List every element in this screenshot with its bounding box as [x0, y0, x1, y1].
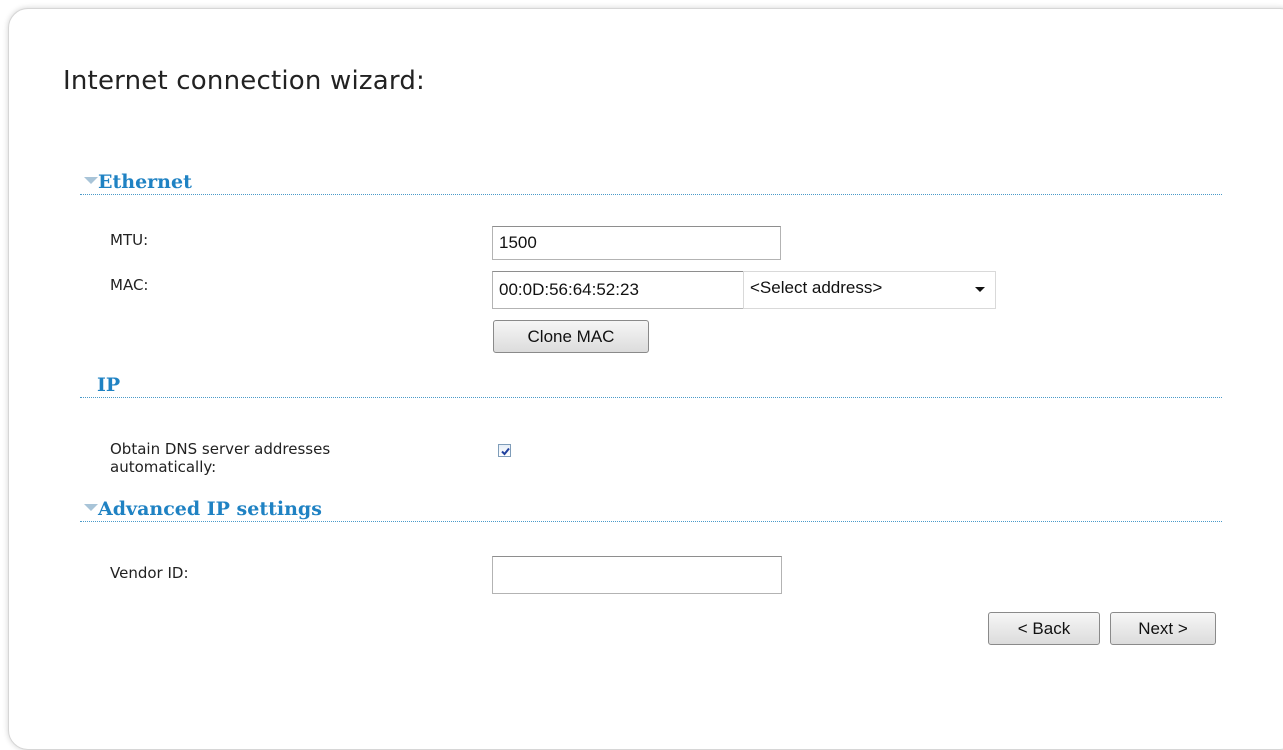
- mtu-input[interactable]: [492, 226, 781, 260]
- dns-auto-checkbox[interactable]: [498, 444, 511, 457]
- back-button[interactable]: < Back: [988, 612, 1100, 645]
- vendor-id-label: Vendor ID:: [110, 564, 189, 582]
- mac-label: MAC:: [110, 276, 149, 294]
- next-button[interactable]: Next >: [1110, 612, 1216, 645]
- section-ethernet[interactable]: Ethernet: [80, 170, 1222, 195]
- chevron-down-icon: [975, 287, 985, 292]
- section-advanced-ip[interactable]: Advanced IP settings: [80, 497, 1222, 522]
- dns-auto-label: Obtain DNS server addresses automaticall…: [110, 440, 331, 476]
- page-title: Internet connection wizard:: [63, 66, 425, 96]
- collapse-triangle-icon: [84, 176, 98, 184]
- checkmark-icon: [501, 447, 510, 456]
- vendor-id-input[interactable]: [492, 556, 782, 594]
- mac-input[interactable]: [492, 271, 744, 309]
- section-advanced-ip-label: Advanced IP settings: [98, 498, 322, 520]
- mac-address-select-value: <Select address>: [750, 278, 883, 297]
- mac-address-select[interactable]: <Select address>: [743, 271, 996, 309]
- section-ip: IP: [80, 373, 1222, 398]
- section-ip-label: IP: [97, 374, 121, 396]
- section-ethernet-label: Ethernet: [98, 171, 192, 193]
- clone-mac-button[interactable]: Clone MAC: [493, 320, 649, 353]
- collapse-triangle-icon: [84, 503, 98, 511]
- mtu-label: MTU:: [110, 231, 149, 249]
